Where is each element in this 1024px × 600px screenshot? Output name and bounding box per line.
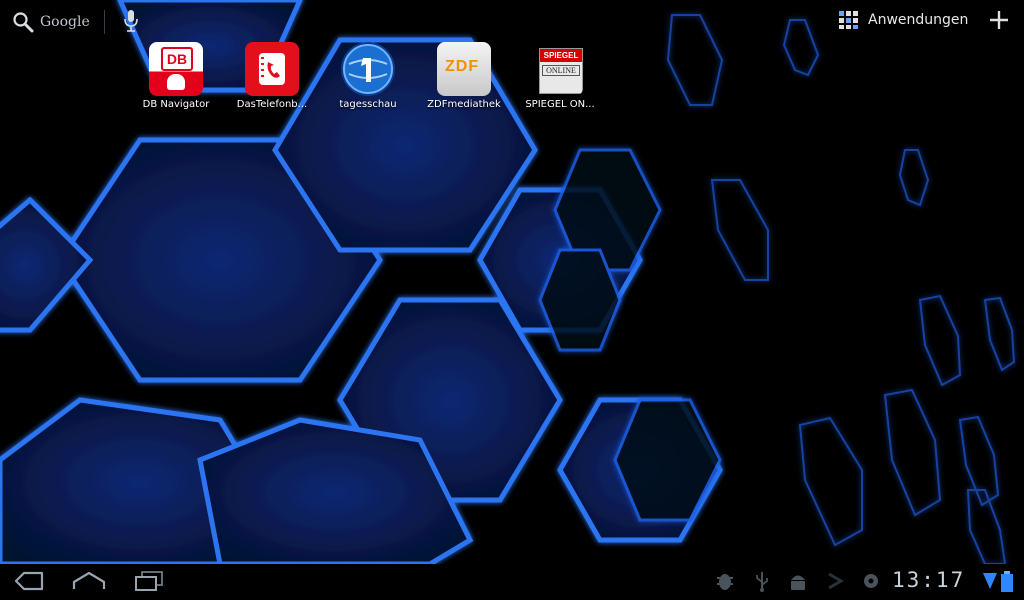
spiegel-logo-bottom: ONLINE [542, 65, 580, 76]
shortcut-label: SPIEGEL ON... [525, 99, 595, 110]
location-icon [862, 570, 880, 596]
back-button[interactable] [14, 570, 44, 596]
shortcut-label: tagesschau [339, 99, 397, 110]
shortcut-label: DB Navigator [142, 99, 210, 110]
train-icon [167, 74, 185, 90]
home-button[interactable] [72, 570, 106, 596]
status-clock[interactable]: 13:17 [892, 568, 965, 592]
system-bar: 13:17 [0, 564, 1024, 600]
recent-apps-button[interactable] [134, 570, 164, 596]
db-logo: DB [161, 47, 193, 71]
tagesschau-icon [341, 42, 395, 96]
debug-icon [716, 570, 734, 596]
phonebook-icon [259, 53, 285, 85]
shortcut-tagesschau[interactable]: tagesschau [318, 42, 418, 110]
back-icon [14, 571, 44, 591]
add-widget-button[interactable] [987, 8, 1011, 32]
app-grid-icon [839, 11, 858, 29]
spiegel-online-icon: SPIEGEL ONLINE [537, 42, 583, 96]
apps-button[interactable]: Anwendungen [838, 10, 968, 30]
microphone-icon [124, 10, 138, 32]
shortcut-zdf-mediathek[interactable]: ZDF ZDFmediathek [414, 42, 514, 110]
zdf-logo: ZDF [445, 58, 480, 75]
usb-icon [754, 570, 770, 596]
shortcut-spiegel-online[interactable]: SPIEGEL ONLINE SPIEGEL ON... [510, 42, 610, 110]
voice-search-button[interactable] [123, 9, 139, 37]
recent-apps-icon [135, 571, 163, 591]
das-telefonbuch-icon [245, 42, 299, 96]
plus-icon [990, 11, 1008, 29]
home-icon [72, 571, 106, 589]
spiegel-logo-top: SPIEGEL [540, 49, 582, 62]
search-divider [104, 10, 105, 34]
db-navigator-icon: DB [149, 42, 203, 96]
shortcut-das-telefonbuch[interactable]: DasTelefonb... [222, 42, 322, 110]
search-label: Google [40, 14, 90, 30]
apps-label: Anwendungen [868, 12, 969, 28]
shortcut-label: DasTelefonb... [236, 99, 308, 110]
chevron-right-icon [826, 570, 844, 596]
search-icon [13, 12, 34, 33]
battery-icon [1000, 570, 1014, 598]
zdf-mediathek-icon: ZDF [437, 42, 491, 96]
android-icon [788, 570, 808, 596]
wifi-icon [982, 570, 998, 596]
shortcut-label: ZDFmediathek [427, 99, 501, 110]
shortcut-db-navigator[interactable]: DB DB Navigator [126, 42, 226, 110]
top-bar: Google Anwendungen [0, 0, 1024, 44]
google-search-widget[interactable]: Google [12, 8, 90, 36]
